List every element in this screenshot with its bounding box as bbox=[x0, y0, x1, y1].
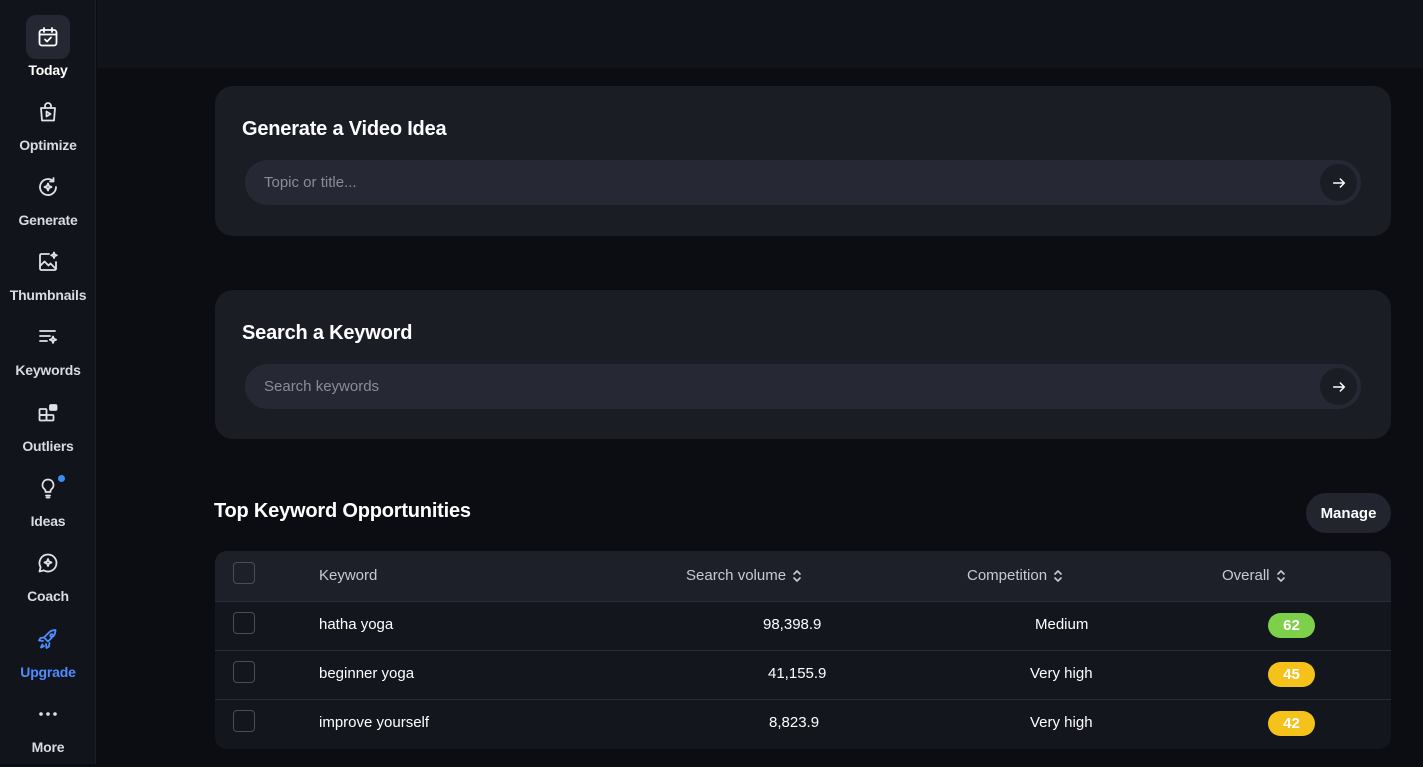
sort-icon bbox=[1054, 570, 1062, 582]
arrow-right-icon bbox=[1332, 381, 1345, 392]
row-checkbox[interactable] bbox=[233, 612, 255, 634]
nav-item-generate[interactable]: Generate bbox=[0, 165, 96, 240]
more-dots-icon bbox=[26, 692, 70, 736]
table-row[interactable]: beginner yoga 41,155.9 Very high 45 bbox=[215, 650, 1391, 699]
refresh-sparkle-icon bbox=[26, 165, 70, 209]
nav-label: Keywords bbox=[15, 362, 81, 378]
overall-score-badge: 45 bbox=[1268, 662, 1315, 687]
keyword-search-input-wrapper bbox=[245, 364, 1361, 409]
competition-cell: Very high bbox=[1030, 714, 1093, 731]
nav-item-today[interactable]: Today bbox=[0, 15, 96, 90]
nav-item-ideas[interactable]: Ideas bbox=[0, 466, 96, 541]
keyword-search-card: Search a Keyword bbox=[215, 290, 1391, 439]
nav-label: Optimize bbox=[19, 137, 77, 153]
nav-label: Thumbnails bbox=[9, 287, 87, 303]
nav-item-optimize[interactable]: Optimize bbox=[0, 90, 96, 165]
search-volume-cell: 98,398.9 bbox=[763, 616, 822, 633]
column-header-label: Search volume bbox=[686, 567, 787, 584]
nav-item-more[interactable]: More bbox=[0, 692, 96, 767]
column-header-competition[interactable]: Competition bbox=[967, 567, 1063, 584]
video-idea-submit-button[interactable] bbox=[1320, 164, 1357, 201]
row-checkbox[interactable] bbox=[233, 661, 255, 683]
video-idea-card: Generate a Video Idea bbox=[215, 86, 1391, 236]
sidebar: Today Optimize Generate Thumbnails Keywo… bbox=[0, 0, 96, 764]
sort-icon bbox=[1276, 570, 1285, 582]
nav-item-thumbnails[interactable]: Thumbnails bbox=[0, 240, 96, 315]
nav-label: Coach bbox=[27, 588, 69, 604]
top-bar bbox=[97, 0, 1423, 68]
arrow-right-icon bbox=[1332, 177, 1345, 188]
nav-label: Today bbox=[28, 62, 68, 78]
sort-icon bbox=[793, 570, 801, 582]
competition-cell: Medium bbox=[1035, 616, 1089, 633]
column-header-label: Competition bbox=[967, 567, 1048, 584]
overall-score-badge: 62 bbox=[1268, 613, 1315, 638]
row-checkbox[interactable] bbox=[233, 710, 255, 732]
blocks-icon bbox=[26, 391, 70, 435]
column-header-keyword: Keyword bbox=[319, 567, 378, 584]
keyword-search-submit-button[interactable] bbox=[1320, 368, 1357, 405]
lightbulb-icon bbox=[26, 466, 70, 510]
search-volume-cell: 8,823.9 bbox=[769, 714, 820, 731]
table-header: Keyword Search volume Competition Overal… bbox=[215, 551, 1391, 601]
nav-label: Ideas bbox=[30, 513, 66, 529]
nav-item-upgrade[interactable]: Upgrade bbox=[0, 617, 96, 692]
keyword-search-title: Search a Keyword bbox=[242, 322, 413, 344]
calendar-check-icon bbox=[26, 15, 70, 59]
nav-label: Upgrade bbox=[20, 664, 76, 680]
column-header-overall[interactable]: Overall bbox=[1222, 567, 1286, 584]
column-header-label: Overall bbox=[1222, 567, 1270, 584]
manage-button[interactable]: Manage bbox=[1306, 493, 1391, 533]
competition-cell: Very high bbox=[1030, 665, 1093, 682]
keyword-cell: hatha yoga bbox=[319, 616, 394, 633]
video-idea-input[interactable] bbox=[245, 160, 1315, 205]
list-sparkle-icon bbox=[26, 315, 70, 359]
select-all-checkbox[interactable] bbox=[233, 562, 255, 584]
video-idea-title: Generate a Video Idea bbox=[242, 118, 447, 140]
video-idea-input-wrapper bbox=[245, 160, 1361, 205]
keyword-table: Keyword Search volume Competition Overal… bbox=[215, 551, 1391, 749]
image-sparkle-icon bbox=[26, 240, 70, 284]
notification-dot bbox=[58, 475, 65, 482]
nav-item-coach[interactable]: Coach bbox=[0, 541, 96, 616]
table-row[interactable]: improve yourself 8,823.9 Very high 42 bbox=[215, 699, 1391, 749]
keyword-cell: improve yourself bbox=[319, 714, 430, 731]
nav-item-keywords[interactable]: Keywords bbox=[0, 315, 96, 390]
overall-score-badge: 42 bbox=[1268, 711, 1315, 736]
column-header-search-volume[interactable]: Search volume bbox=[686, 567, 802, 584]
table-row[interactable]: hatha yoga 98,398.9 Medium 62 bbox=[215, 601, 1391, 650]
play-bag-icon bbox=[26, 90, 70, 134]
nav-label: More bbox=[31, 739, 65, 755]
nav-label: Outliers bbox=[22, 438, 74, 454]
chat-sparkle-icon bbox=[26, 541, 70, 585]
nav-item-outliers[interactable]: Outliers bbox=[0, 391, 96, 466]
opportunities-title: Top Keyword Opportunities bbox=[214, 500, 471, 522]
rocket-icon bbox=[26, 617, 70, 661]
nav-label: Generate bbox=[18, 212, 78, 228]
search-volume-cell: 41,155.9 bbox=[768, 665, 827, 682]
keyword-search-input[interactable] bbox=[245, 364, 1315, 409]
keyword-cell: beginner yoga bbox=[319, 665, 415, 682]
